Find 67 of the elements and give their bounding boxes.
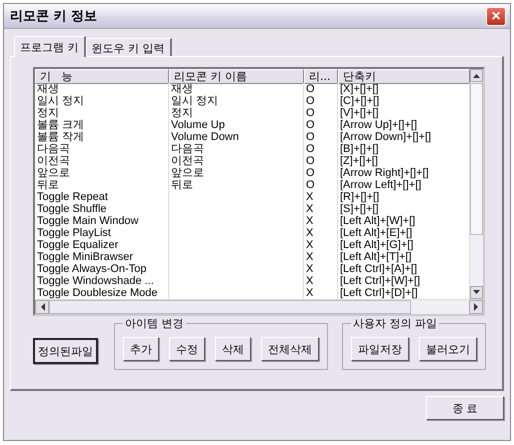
action-button[interactable]: 삭제 (215, 337, 251, 361)
default-file-button[interactable]: 정의된파일 (33, 338, 98, 364)
table-cell: O (304, 143, 338, 155)
table-cell: 다음곡 (35, 143, 169, 155)
table-cell: Volume Down (169, 131, 304, 143)
table-cell: 볼륨 크게 (35, 119, 169, 131)
table-cell: 볼륨 작게 (35, 131, 169, 143)
column-header[interactable]: 리... (304, 69, 338, 84)
group-title: 아이템 변경 (124, 316, 184, 331)
table-cell: 앞으로 (35, 167, 169, 179)
table-cell: 일시 정지 (169, 95, 304, 107)
table-cell: Toggle Repeat (35, 191, 169, 203)
action-button[interactable]: 파일저장 (351, 337, 409, 361)
table-cell: 앞으로 (169, 167, 304, 179)
table-cell: O (304, 167, 338, 179)
window-title: 리모콘 키 정보 (10, 8, 98, 25)
table-cell: Volume Up (169, 119, 304, 131)
table-cell: Toggle Always-On-Top (35, 263, 169, 275)
table-cell: X (304, 191, 338, 203)
tab[interactable]: 윈도우 키 입력 (86, 38, 172, 56)
scroll-up-icon[interactable] (470, 69, 483, 82)
column-header[interactable]: 단축키 (338, 69, 470, 84)
table-cell: O (304, 83, 338, 95)
table-cell: O (304, 107, 338, 119)
table-cell: O (304, 95, 338, 107)
table-cell: O (304, 155, 338, 167)
table-cell: Toggle Equalizer (35, 239, 169, 251)
column-header[interactable]: 리모콘 키 이름 (169, 69, 304, 84)
table-cell: 재생 (35, 83, 169, 95)
table-cell: 정지 (35, 107, 169, 119)
action-button[interactable]: 추가 (123, 337, 159, 361)
vertical-scrollbar[interactable] (470, 69, 483, 299)
exit-button[interactable]: 종 료 (426, 396, 504, 420)
table-cell: 이전곡 (35, 155, 169, 167)
horizontal-scrollbar[interactable] (35, 299, 483, 314)
table-cell: 뒤로 (169, 179, 304, 191)
table-cell: O (304, 119, 338, 131)
table-cell: 이전곡 (169, 155, 304, 167)
table-cell: X (304, 275, 338, 287)
column-header[interactable]: 기 능 (35, 69, 169, 84)
table-cell: 일시 정지 (35, 95, 169, 107)
table-cell: X (304, 215, 338, 227)
table-cell: Toggle Windowshade ... (35, 275, 169, 287)
scroll-right-icon[interactable] (469, 300, 483, 314)
scroll-left-icon[interactable] (35, 300, 49, 314)
action-button[interactable]: 전체삭제 (261, 337, 319, 361)
table-cell: Toggle Shuffle (35, 203, 169, 215)
table-cell: X (304, 263, 338, 275)
table-cell: 뒤로 (35, 179, 169, 191)
scroll-down-icon[interactable] (470, 286, 483, 299)
table-cell: 정지 (169, 107, 304, 119)
table-cell: O (304, 179, 338, 191)
table-cell: Toggle MiniBrawser (35, 251, 169, 263)
action-button[interactable]: 불러오기 (419, 337, 477, 361)
table-cell: Toggle Main Window (35, 215, 169, 227)
table-cell: O (304, 131, 338, 143)
table-cell: X (304, 203, 338, 215)
table-cell: 다음곡 (169, 143, 304, 155)
tab[interactable]: 프로그램 키 (14, 36, 86, 57)
close-button[interactable]: × (486, 6, 506, 26)
table-cell: X (304, 239, 338, 251)
action-button[interactable]: 수정 (169, 337, 205, 361)
table-cell: Toggle PlayList (35, 227, 169, 239)
group-title: 사용자 정의 파일 (352, 316, 438, 331)
table-cell: 재생 (169, 83, 304, 95)
table-cell: X (304, 227, 338, 239)
table-cell: X (304, 251, 338, 263)
